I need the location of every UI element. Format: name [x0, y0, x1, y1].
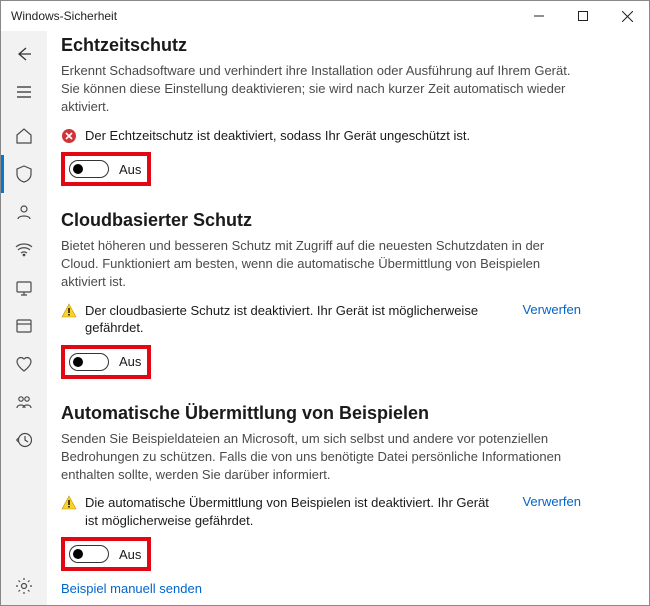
samples-toggle-label: Aus	[119, 547, 141, 562]
cloud-toggle-label: Aus	[119, 354, 141, 369]
section-realtime: Echtzeitschutz Erkennt Schadsoftware und…	[61, 35, 625, 186]
samples-desc: Senden Sie Beispieldateien an Microsoft,…	[61, 430, 581, 485]
cloud-desc: Bietet höheren und besseren Schutz mit Z…	[61, 237, 581, 292]
wifi-icon[interactable]	[1, 231, 47, 269]
maximize-button[interactable]	[561, 1, 605, 31]
home-icon[interactable]	[1, 117, 47, 155]
cloud-dismiss-link[interactable]: Verwerfen	[522, 302, 581, 317]
samples-title: Automatische Übermittlung von Beispielen	[61, 403, 625, 424]
person-icon[interactable]	[1, 193, 47, 231]
realtime-alert-text: Der Echtzeitschutz ist deaktiviert, soda…	[85, 127, 581, 145]
menu-button[interactable]	[1, 73, 47, 111]
error-icon	[61, 128, 77, 144]
realtime-title: Echtzeitschutz	[61, 35, 625, 56]
samples-dismiss-link[interactable]: Verwerfen	[522, 494, 581, 509]
titlebar: Windows-Sicherheit	[1, 1, 649, 31]
cloud-title: Cloudbasierter Schutz	[61, 210, 625, 231]
section-cloud: Cloudbasierter Schutz Bietet höheren und…	[61, 210, 625, 379]
cloud-toggle-row: Aus	[61, 345, 151, 379]
shield-icon[interactable]	[1, 155, 47, 193]
settings-icon[interactable]	[1, 567, 47, 605]
realtime-desc: Erkennt Schadsoftware und verhindert ihr…	[61, 62, 581, 117]
cloud-toggle[interactable]	[69, 353, 109, 371]
realtime-toggle-row: Aus	[61, 152, 151, 186]
back-button[interactable]	[1, 35, 47, 73]
cloud-alert: Der cloudbasierte Schutz ist deaktiviert…	[61, 302, 581, 337]
samples-alert-text: Die automatische Übermittlung von Beispi…	[85, 494, 502, 529]
realtime-toggle-label: Aus	[119, 162, 141, 177]
manual-sample-link[interactable]: Beispiel manuell senden	[61, 581, 202, 596]
family-icon[interactable]	[1, 383, 47, 421]
sidebar	[1, 31, 47, 605]
network-icon[interactable]	[1, 269, 47, 307]
window-title: Windows-Sicherheit	[11, 9, 117, 23]
samples-toggle-row: Aus	[61, 537, 151, 571]
warning-icon	[61, 303, 77, 319]
samples-toggle[interactable]	[69, 545, 109, 563]
realtime-alert: Der Echtzeitschutz ist deaktiviert, soda…	[61, 127, 581, 145]
samples-alert: Die automatische Übermittlung von Beispi…	[61, 494, 581, 529]
cloud-alert-text: Der cloudbasierte Schutz ist deaktiviert…	[85, 302, 502, 337]
close-button[interactable]	[605, 1, 649, 31]
warning-icon	[61, 495, 77, 511]
content-panel: Echtzeitschutz Erkennt Schadsoftware und…	[47, 31, 649, 605]
app-browser-icon[interactable]	[1, 307, 47, 345]
realtime-toggle[interactable]	[69, 160, 109, 178]
minimize-button[interactable]	[517, 1, 561, 31]
device-health-icon[interactable]	[1, 345, 47, 383]
section-samples: Automatische Übermittlung von Beispielen…	[61, 403, 625, 597]
history-icon[interactable]	[1, 421, 47, 459]
